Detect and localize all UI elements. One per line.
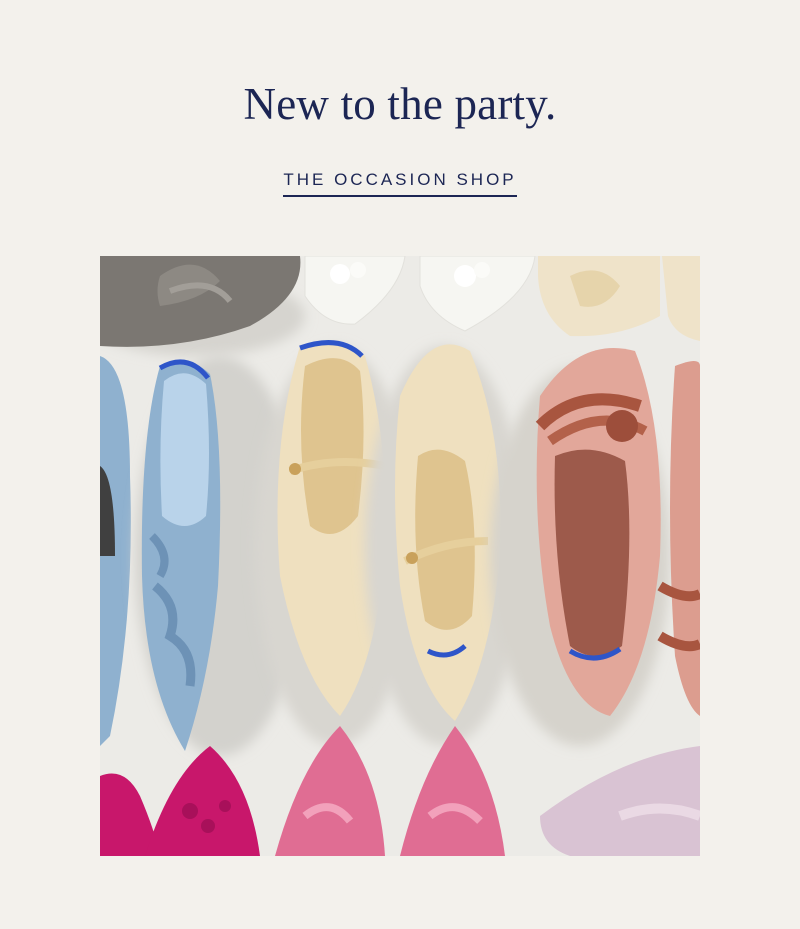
shoe-cream-top [538, 256, 700, 341]
shoe-grey-top [100, 256, 305, 356]
occasion-shop-link[interactable]: THE OCCASION SHOP [283, 170, 517, 197]
cta-container: THE OCCASION SHOP [0, 170, 800, 197]
hero-image[interactable] [100, 256, 700, 856]
shoes-photo [100, 256, 700, 856]
headline: New to the party. [243, 79, 557, 129]
